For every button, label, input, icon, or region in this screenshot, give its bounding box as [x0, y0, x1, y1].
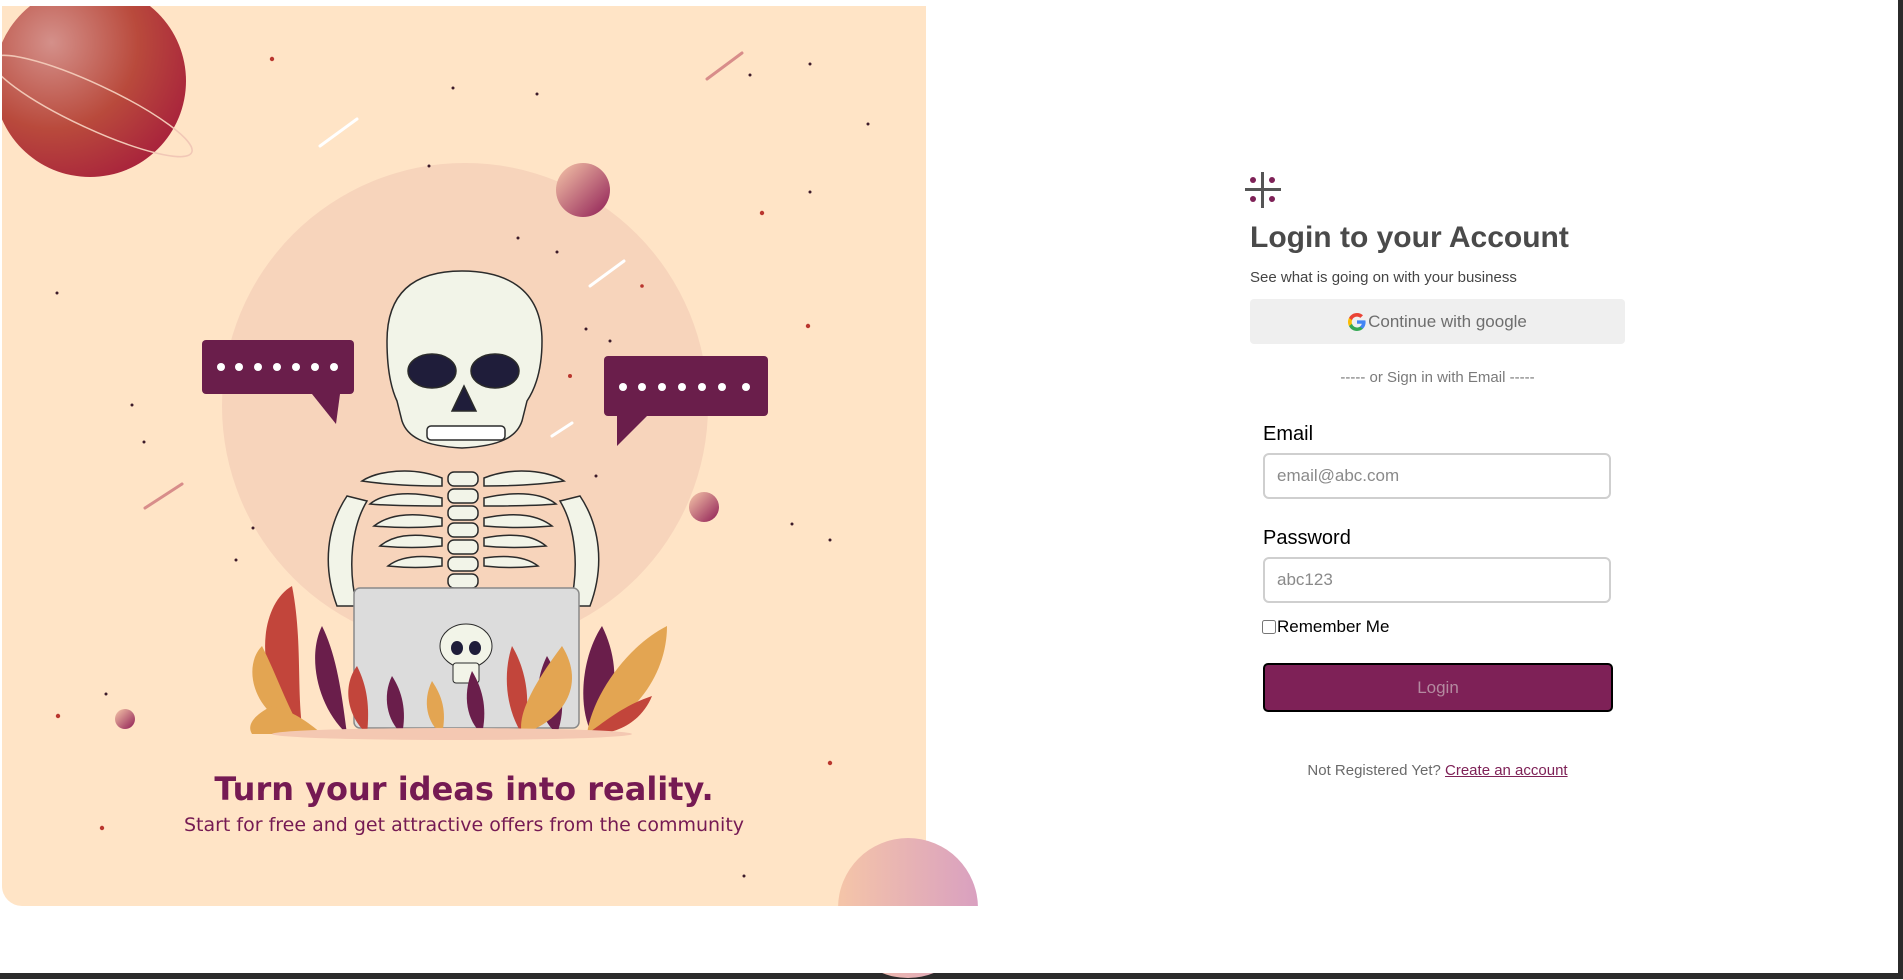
password-input[interactable]	[1263, 557, 1611, 603]
page-subtitle: See what is going on with your business	[1250, 269, 1517, 286]
register-prompt: Not Registered Yet? Create an account	[1250, 762, 1625, 779]
blob-mask	[830, 906, 990, 973]
google-button-label: Continue with google	[1368, 311, 1527, 331]
google-icon	[1348, 312, 1366, 331]
page-title: Login to your Account	[1250, 221, 1569, 254]
hero-illustration-panel: Turn your ideas into reality. Start for …	[2, 6, 926, 906]
remember-me-checkbox[interactable]	[1262, 620, 1276, 634]
register-prompt-text: Not Registered Yet?	[1307, 762, 1441, 779]
google-login-button[interactable]: Continue with google	[1250, 299, 1625, 344]
remember-me-label: Remember Me	[1277, 617, 1390, 636]
hero-headline: Turn your ideas into reality.	[214, 770, 714, 808]
hero-subheadline: Start for free and get attractive offers…	[183, 814, 745, 836]
login-button[interactable]: Login	[1263, 663, 1613, 712]
app-logo-icon	[1245, 172, 1281, 208]
email-label: Email	[1263, 423, 1314, 445]
password-label: Password	[1263, 527, 1351, 549]
create-account-link[interactable]: Create an account	[1445, 762, 1568, 779]
remember-me[interactable]: Remember Me	[1262, 617, 1389, 637]
email-input[interactable]	[1263, 453, 1611, 499]
window-edge-right	[1898, 0, 1903, 979]
email-divider: ----- or Sign in with Email -----	[1340, 369, 1535, 386]
